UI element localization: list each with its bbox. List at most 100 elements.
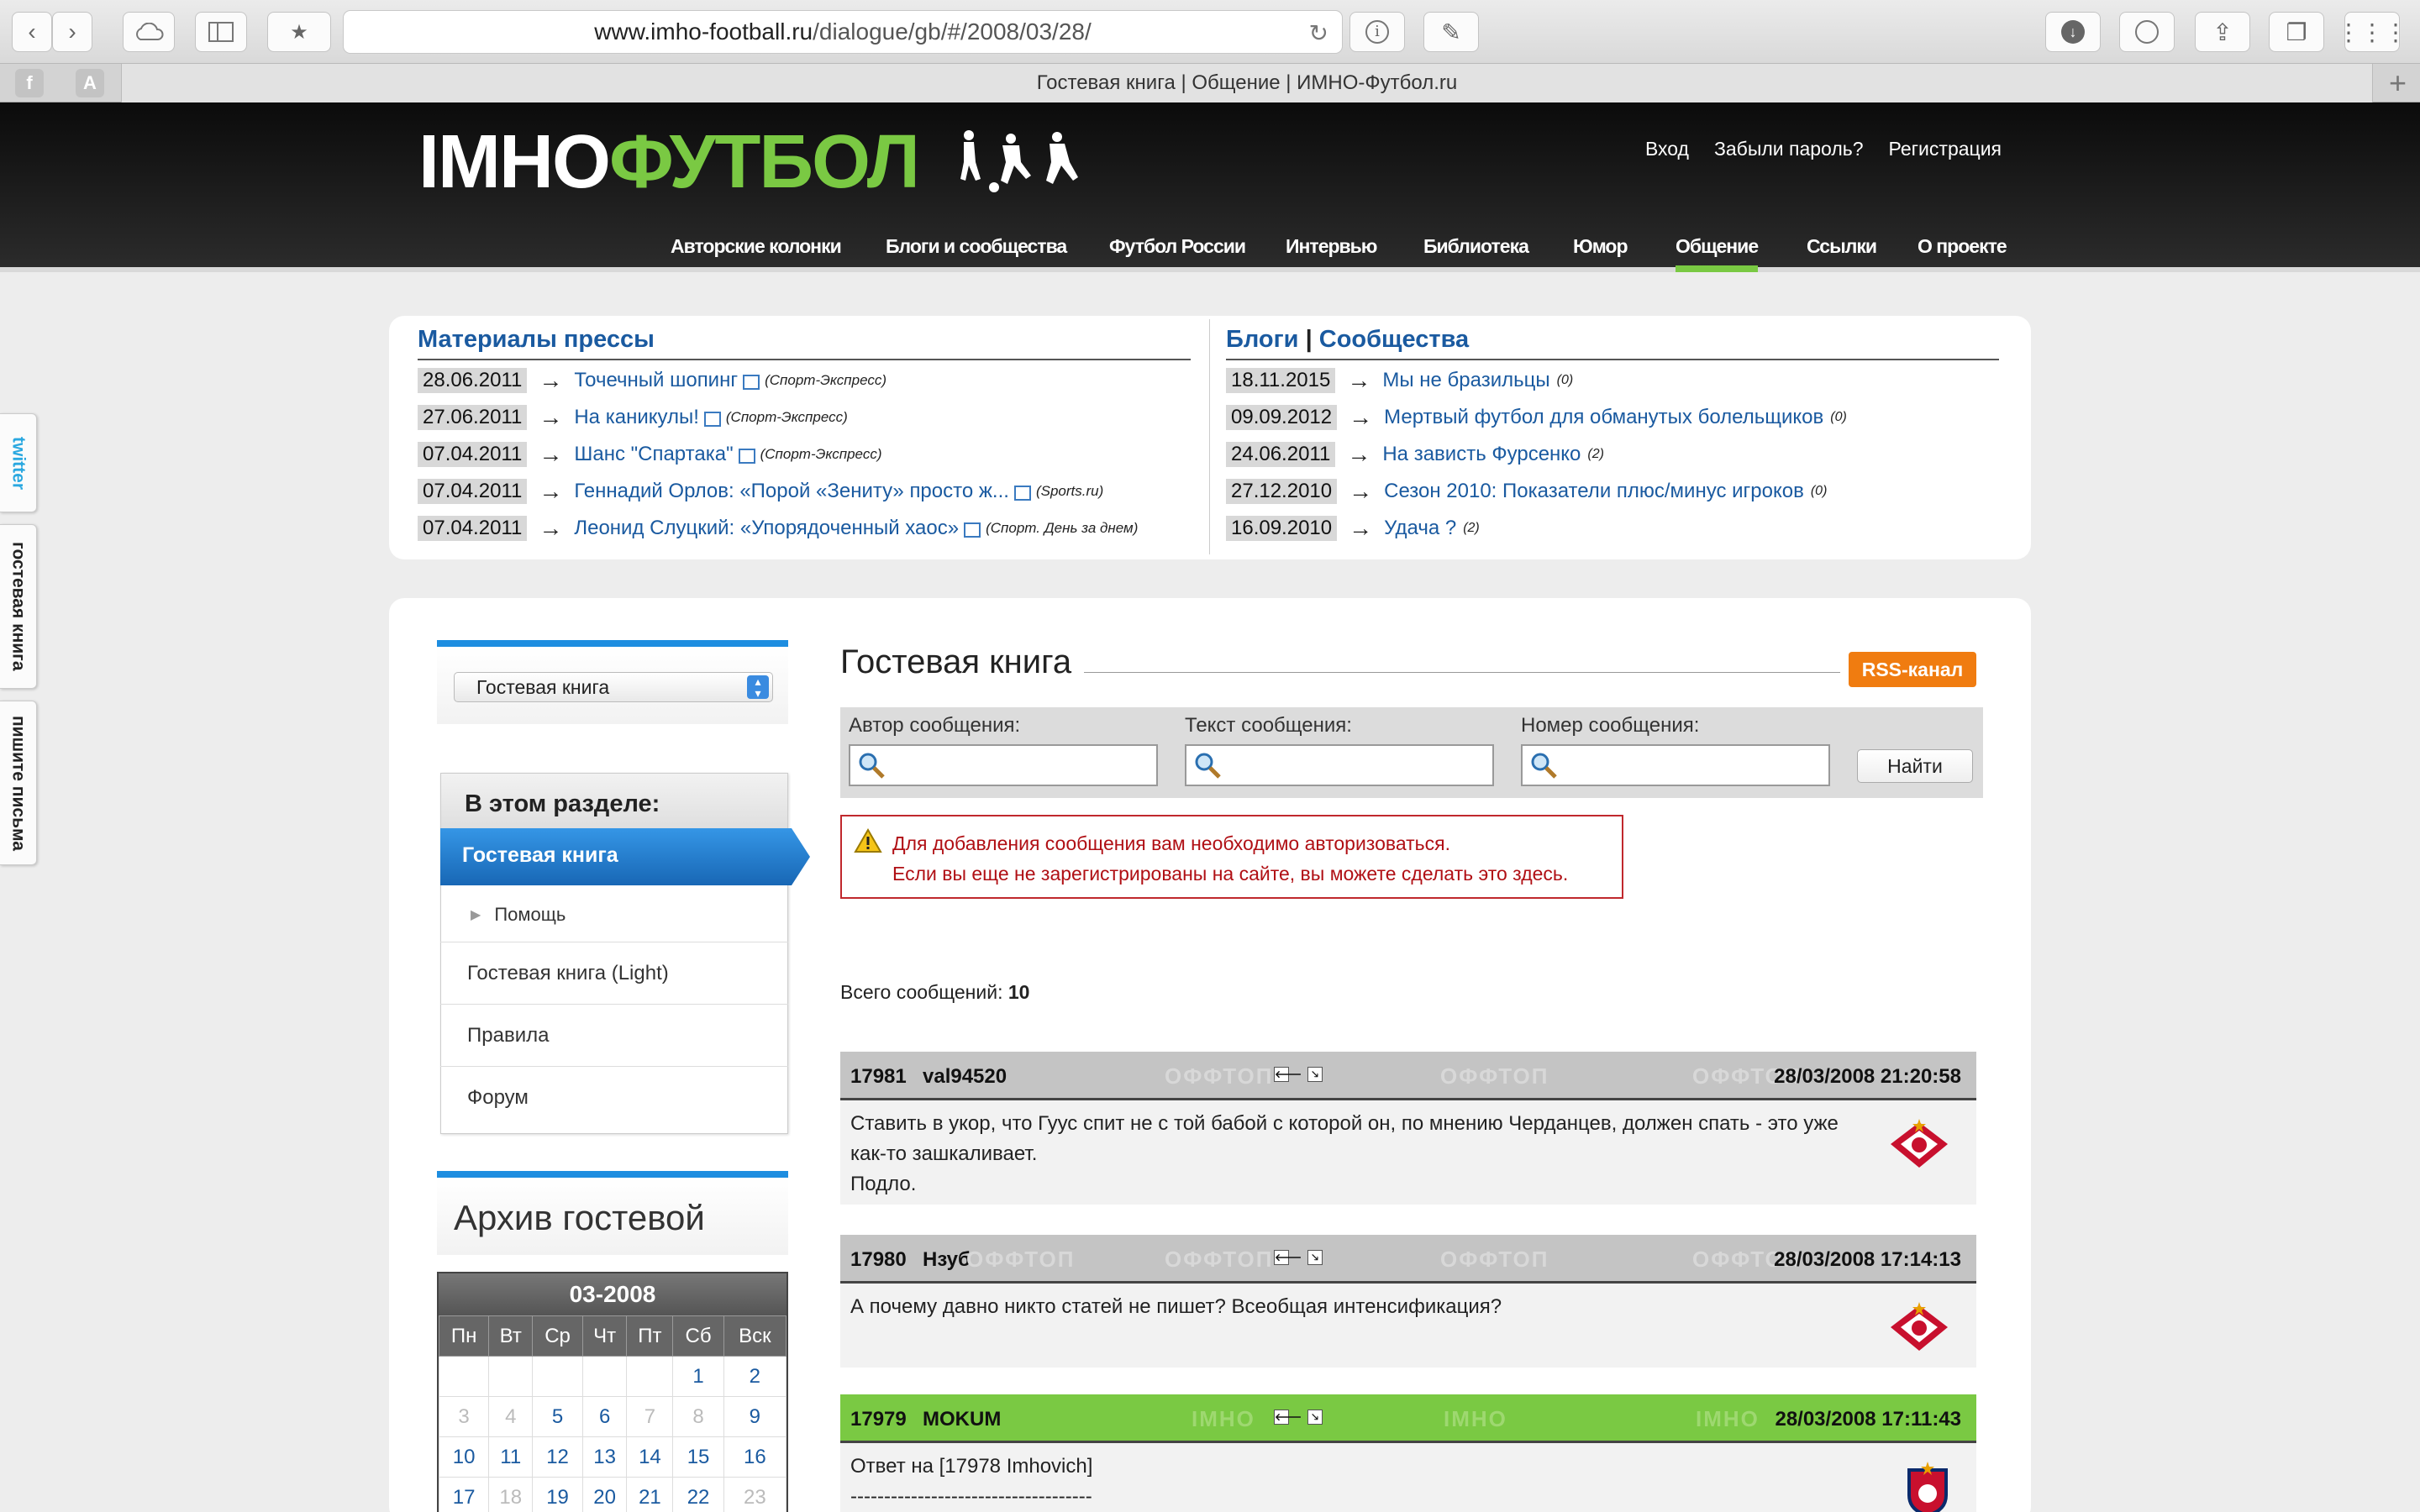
calendar-day[interactable]: 10 xyxy=(438,1436,490,1478)
section-select[interactable]: Гостевая книга ▴ ▾ xyxy=(454,672,773,702)
section-item-guestbook-light[interactable]: Гостевая книга (Light) xyxy=(440,942,788,1005)
nav-blogs[interactable]: Блоги и сообщества xyxy=(886,227,1067,272)
press-title[interactable]: Материалы прессы xyxy=(418,326,1191,360)
post-id[interactable]: 17981 xyxy=(850,1065,907,1089)
prev-post-icon[interactable]: 🡐 xyxy=(1274,1250,1302,1265)
calendar-day[interactable]: 6 xyxy=(581,1396,628,1437)
bookmarks-button[interactable]: ★ xyxy=(267,12,331,52)
login-link[interactable]: Вход xyxy=(1645,138,1689,160)
download-icon: ↓ xyxy=(2061,20,2085,44)
section-item-forum[interactable]: Форум xyxy=(440,1067,788,1129)
post-body: Ответ на [17978 Imhovich] --------------… xyxy=(840,1443,1976,1512)
section-item-help[interactable]: ▶ Помощь xyxy=(440,887,788,942)
next-post-icon[interactable]: 🡖 xyxy=(1307,1410,1323,1425)
register-link[interactable]: Регистрация xyxy=(1889,138,2002,160)
post-id[interactable]: 17979 xyxy=(850,1408,907,1431)
new-tab-button[interactable]: + xyxy=(2389,66,2407,101)
nav-humor[interactable]: Юмор xyxy=(1573,227,1628,272)
calendar-day[interactable]: 1 xyxy=(672,1356,724,1397)
item-link[interactable]: На зависть Фурсенко xyxy=(1382,443,1581,466)
alert-line-1: Для добавления сообщения вам необходимо … xyxy=(892,832,1450,854)
calendar-day[interactable]: 12 xyxy=(532,1436,583,1478)
share-button[interactable]: ⇪ xyxy=(2195,12,2250,52)
favorite-a[interactable]: A xyxy=(76,69,104,97)
calendar-day[interactable]: 21 xyxy=(626,1477,674,1512)
nav-links[interactable]: Ссылки xyxy=(1807,227,1877,272)
item-link[interactable]: Сезон 2010: Показатели плюс/минус игроко… xyxy=(1384,480,1804,503)
info-button[interactable]: i xyxy=(1349,12,1405,52)
next-post-icon[interactable]: 🡖 xyxy=(1307,1067,1323,1082)
item-link[interactable]: Леонид Слуцкий: «Упорядоченный хаос» xyxy=(574,517,959,540)
nav-library[interactable]: Библиотека xyxy=(1423,227,1529,272)
address-bar[interactable]: www.imho-football.ru/dialogue/gb/#/2008/… xyxy=(343,10,1343,54)
tabs-overview-button[interactable]: ❐ xyxy=(2269,12,2324,52)
side-tab-twitter[interactable]: twitter xyxy=(0,413,37,512)
calendar-day[interactable]: 22 xyxy=(672,1477,724,1512)
find-button[interactable]: Найти xyxy=(1857,749,1973,783)
item-link[interactable]: Удача ? xyxy=(1384,517,1456,540)
downloads-button[interactable]: ↓ xyxy=(2045,12,2101,52)
item-link[interactable]: Мы не бразильцы xyxy=(1382,369,1549,392)
prev-post-icon[interactable]: 🡐 xyxy=(1274,1067,1302,1082)
side-tab-guestbook[interactable]: гостевая книга xyxy=(0,524,37,689)
calendar-day[interactable]: 14 xyxy=(626,1436,674,1478)
annotate-button[interactable]: ✎ xyxy=(1423,12,1479,52)
item-date: 07.04.2011 xyxy=(418,442,528,467)
author-search-input[interactable] xyxy=(849,744,1158,786)
calendar-day[interactable]: 16 xyxy=(723,1436,787,1478)
sidebar-button[interactable] xyxy=(195,12,247,52)
post-author[interactable]: Нзуб xyxy=(923,1248,971,1272)
calendar-week: 12 xyxy=(438,1356,787,1397)
post-id[interactable]: 17980 xyxy=(850,1248,907,1272)
post-author[interactable]: MOKUM xyxy=(923,1408,1001,1431)
nav-about[interactable]: О проекте xyxy=(1918,227,2007,272)
nav-author-columns[interactable]: Авторские колонки xyxy=(671,227,842,272)
external-link-icon[interactable] xyxy=(703,412,721,427)
forward-button[interactable]: › xyxy=(52,12,92,52)
forgot-password-link[interactable]: Забыли пароль? xyxy=(1714,138,1864,160)
communities-title[interactable]: Сообщества xyxy=(1319,326,1469,353)
text-search-input[interactable] xyxy=(1185,744,1494,786)
blogs-title[interactable]: Блоги xyxy=(1226,326,1299,353)
site-logo[interactable]: IMHO ФУТБОЛ xyxy=(418,116,1086,208)
calendar-day[interactable]: 20 xyxy=(581,1477,628,1512)
icloud-tabs-button[interactable] xyxy=(123,12,175,52)
prev-post-icon[interactable]: 🡐 xyxy=(1274,1410,1302,1425)
post-author[interactable]: val94520 xyxy=(923,1065,1007,1089)
reload-icon[interactable]: ↻ xyxy=(1309,19,1328,47)
nav-communication[interactable]: Общение xyxy=(1676,227,1759,272)
facebook-favorite[interactable]: f xyxy=(15,69,44,97)
back-button[interactable]: ‹ xyxy=(12,12,52,52)
top-sites-button[interactable]: ⋮⋮⋮ xyxy=(2337,12,2407,52)
external-link-icon[interactable] xyxy=(1013,486,1031,501)
calendar-day[interactable]: 5 xyxy=(532,1396,583,1437)
nav-interview[interactable]: Интервью xyxy=(1286,227,1377,272)
calendar-day[interactable]: 17 xyxy=(438,1477,490,1512)
rss-button[interactable]: RSS-канал xyxy=(1849,652,1976,687)
alert-line-2[interactable]: Если вы еще не зарегистрированы на сайте… xyxy=(892,858,1622,889)
item-link[interactable]: На каникулы! xyxy=(574,406,699,429)
section-item-guestbook-active[interactable]: Гостевая книга xyxy=(440,828,810,885)
item-link[interactable]: Шанс "Спартака" xyxy=(574,443,733,466)
calendar-day[interactable]: 9 xyxy=(723,1396,787,1437)
calendar-day[interactable]: 15 xyxy=(672,1436,724,1478)
external-link-icon[interactable] xyxy=(738,449,755,464)
item-link[interactable]: Точечный шопинг xyxy=(574,369,738,392)
tab-active[interactable]: Гостевая книга | Общение | ИМНО-Футбол.r… xyxy=(121,64,2373,102)
external-link-icon[interactable] xyxy=(743,375,760,390)
arrow-right-icon: → xyxy=(1349,404,1373,430)
calendar-day[interactable]: 2 xyxy=(723,1356,787,1397)
post-watermark: ОФФТОП xyxy=(1165,1063,1274,1089)
external-link-icon[interactable] xyxy=(964,522,981,538)
calendar-day[interactable]: 19 xyxy=(532,1477,583,1512)
item-link[interactable]: Мертвый футбол для обманутых болельщиков xyxy=(1384,406,1823,429)
nav-russian-football[interactable]: Футбол России xyxy=(1109,227,1246,272)
calendar-day[interactable]: 13 xyxy=(581,1436,628,1478)
number-search-input[interactable] xyxy=(1521,744,1830,786)
item-link[interactable]: Геннадий Орлов: «Порой «Зениту» просто ж… xyxy=(574,480,1009,503)
calendar-day[interactable]: 11 xyxy=(488,1436,534,1478)
history-button[interactable] xyxy=(2119,12,2175,52)
side-tab-letters[interactable]: пишите письма xyxy=(0,701,37,865)
next-post-icon[interactable]: 🡖 xyxy=(1307,1250,1323,1265)
section-item-rules[interactable]: Правила xyxy=(440,1005,788,1067)
